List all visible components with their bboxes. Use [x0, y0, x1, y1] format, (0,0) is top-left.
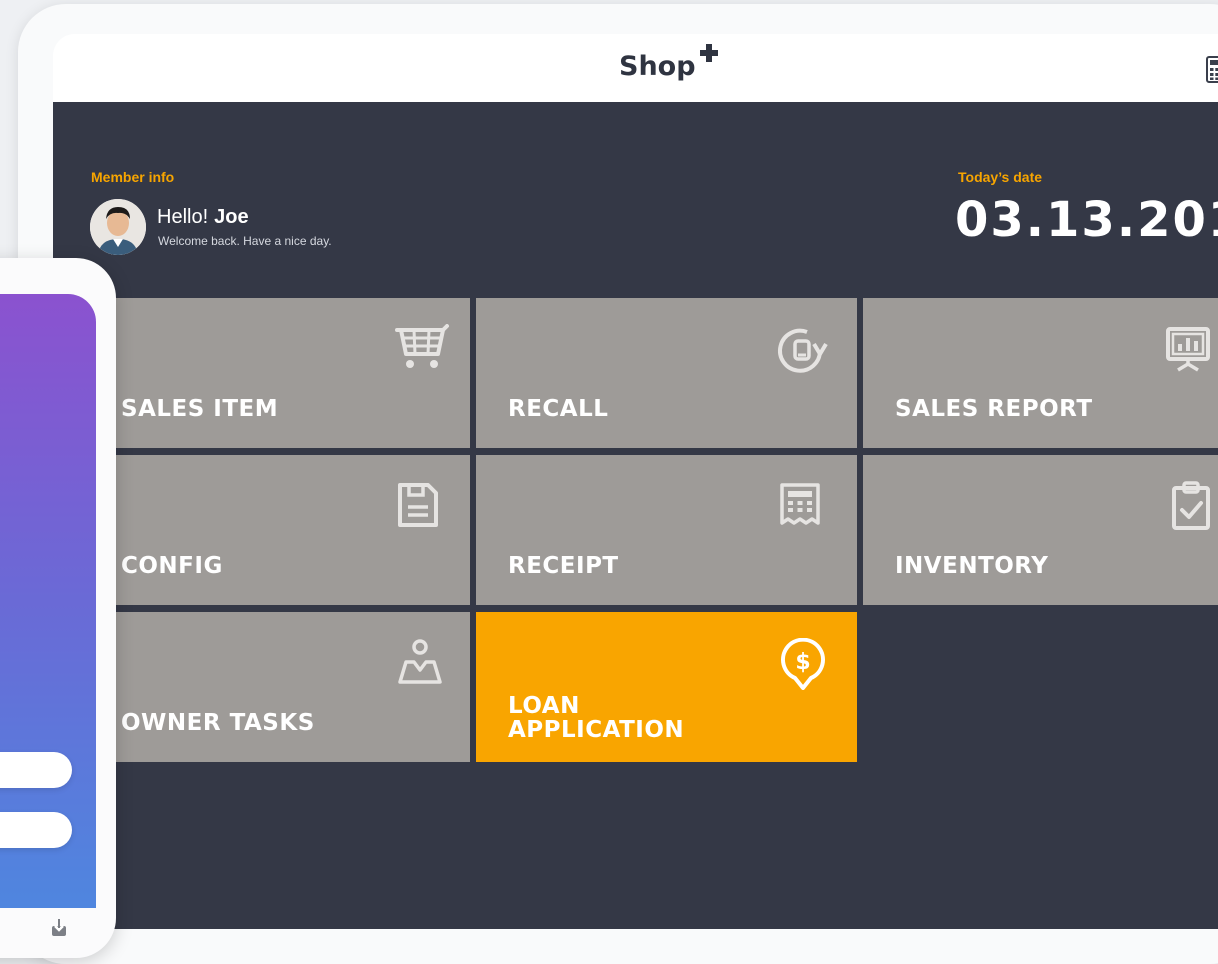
- tile-label: CONFIG: [121, 553, 223, 579]
- user-icon: [398, 639, 442, 684]
- tile-label: OWNER TASKS: [121, 710, 315, 736]
- download-icon[interactable]: [50, 918, 68, 938]
- user-photo: [90, 199, 146, 255]
- todays-date-label: Today’s date: [958, 169, 1043, 185]
- todays-date-value: 03.13.2018: [955, 192, 1218, 248]
- welcome-message: Welcome back. Have a nice day.: [158, 234, 332, 248]
- app-title: Shop: [619, 44, 718, 82]
- tile-receipt[interactable]: RECEIPT: [476, 455, 857, 605]
- tile-loan-application[interactable]: $ LOAN APPLICATION: [476, 612, 857, 762]
- plus-icon: [700, 44, 718, 62]
- tile-label: RECALL: [508, 396, 609, 422]
- phone-secondary-button[interactable]: AN: [0, 812, 72, 848]
- top-bar: Shop: [53, 34, 1218, 102]
- recall-icon: [778, 328, 828, 373]
- phone-screen: AN: [0, 294, 96, 908]
- tile-owner-tasks[interactable]: OWNER TASKS: [89, 612, 470, 762]
- tile-sales-item[interactable]: SALES ITEM: [89, 298, 470, 448]
- tile-sales-report[interactable]: SALES REPORT: [863, 298, 1218, 448]
- calculator-icon[interactable]: [1206, 56, 1218, 83]
- dollar-pin-icon: $: [781, 638, 825, 690]
- tile-label: RECEIPT: [508, 553, 619, 579]
- tile-label: INVENTORY: [895, 553, 1049, 579]
- dashboard-panel: Member info Hello! Joe Welcome back. Have…: [53, 102, 1218, 929]
- tile-config[interactable]: CONFIG: [89, 455, 470, 605]
- clipboard-icon: [1172, 481, 1210, 530]
- greeting-text: Hello!: [157, 206, 209, 228]
- tile-label: SALES ITEM: [121, 396, 279, 422]
- tablet-frame: Shop Member info Hello! Joe Welcome back…: [18, 4, 1218, 964]
- tile-inventory[interactable]: INVENTORY: [863, 455, 1218, 605]
- phone-frame: AN: [0, 258, 116, 958]
- tile-recall[interactable]: RECALL: [476, 298, 857, 448]
- app-title-text: Shop: [619, 51, 696, 82]
- cart-icon: [395, 324, 449, 368]
- greeting: Hello! Joe: [157, 206, 249, 229]
- tablet-screen: Shop Member info Hello! Joe Welcome back…: [53, 34, 1218, 929]
- svg-text:$: $: [795, 650, 810, 675]
- save-icon: [398, 483, 438, 527]
- member-name: Joe: [214, 206, 249, 228]
- avatar[interactable]: [90, 199, 146, 255]
- member-info-label: Member info: [91, 169, 175, 185]
- phone-primary-button[interactable]: [0, 752, 72, 788]
- tile-label: LOAN APPLICATION: [508, 693, 685, 743]
- tile-label: SALES REPORT: [895, 396, 1093, 422]
- receipt-icon: [780, 483, 820, 525]
- report-icon: [1166, 327, 1210, 372]
